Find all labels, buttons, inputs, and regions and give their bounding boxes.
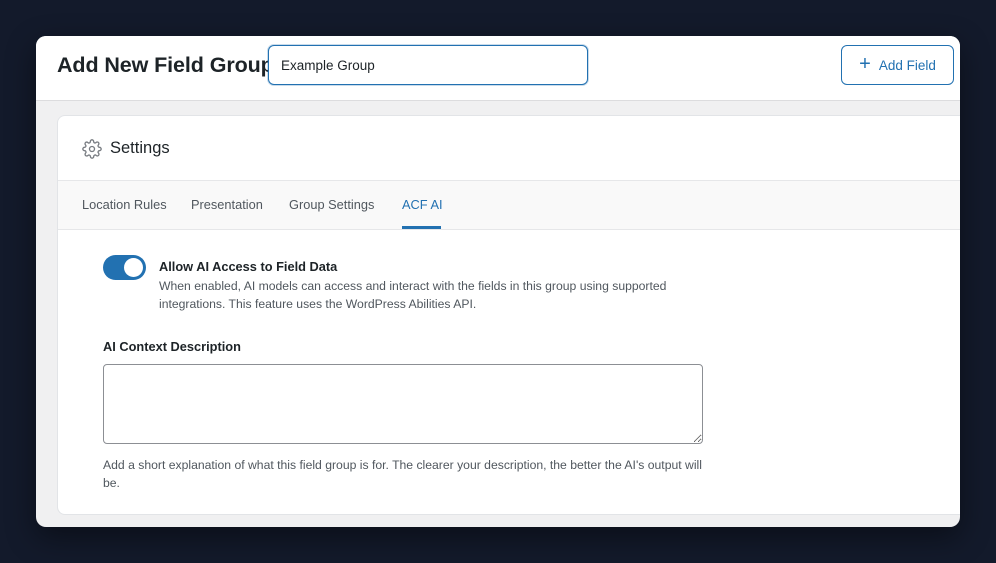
- tab-acf-ai[interactable]: ACF AI: [402, 197, 443, 212]
- add-field-button[interactable]: + Add Field: [841, 45, 954, 85]
- ai-access-label: Allow AI Access to Field Data: [159, 259, 338, 274]
- gear-icon: [82, 139, 102, 159]
- settings-title: Settings: [110, 139, 170, 157]
- tab-location-rules[interactable]: Location Rules: [82, 197, 167, 212]
- tab-group-settings[interactable]: Group Settings: [289, 197, 374, 212]
- ai-context-label: AI Context Description: [103, 339, 241, 354]
- header-bar: Add New Field Group + Add Field: [36, 36, 960, 101]
- toggle-knob: [124, 258, 143, 277]
- field-group-title-input[interactable]: [268, 45, 588, 85]
- settings-panel: Settings Location Rules Presentation Gro…: [57, 115, 960, 515]
- ai-access-description: When enabled, AI models can access and i…: [159, 279, 667, 311]
- plus-icon: +: [859, 53, 871, 75]
- app-window: Add New Field Group + Add Field Settings…: [36, 36, 960, 527]
- tab-presentation[interactable]: Presentation: [191, 197, 263, 212]
- page-title: Add New Field Group: [57, 53, 274, 77]
- ai-context-textarea[interactable]: [103, 364, 703, 444]
- ai-context-help: Add a short explanation of what this fie…: [103, 458, 702, 490]
- settings-tabs: Location Rules Presentation Group Settin…: [58, 181, 960, 230]
- active-tab-indicator: [402, 226, 441, 229]
- add-field-label: Add Field: [878, 57, 936, 73]
- settings-header: Settings: [58, 116, 960, 181]
- ai-access-toggle[interactable]: [103, 255, 146, 280]
